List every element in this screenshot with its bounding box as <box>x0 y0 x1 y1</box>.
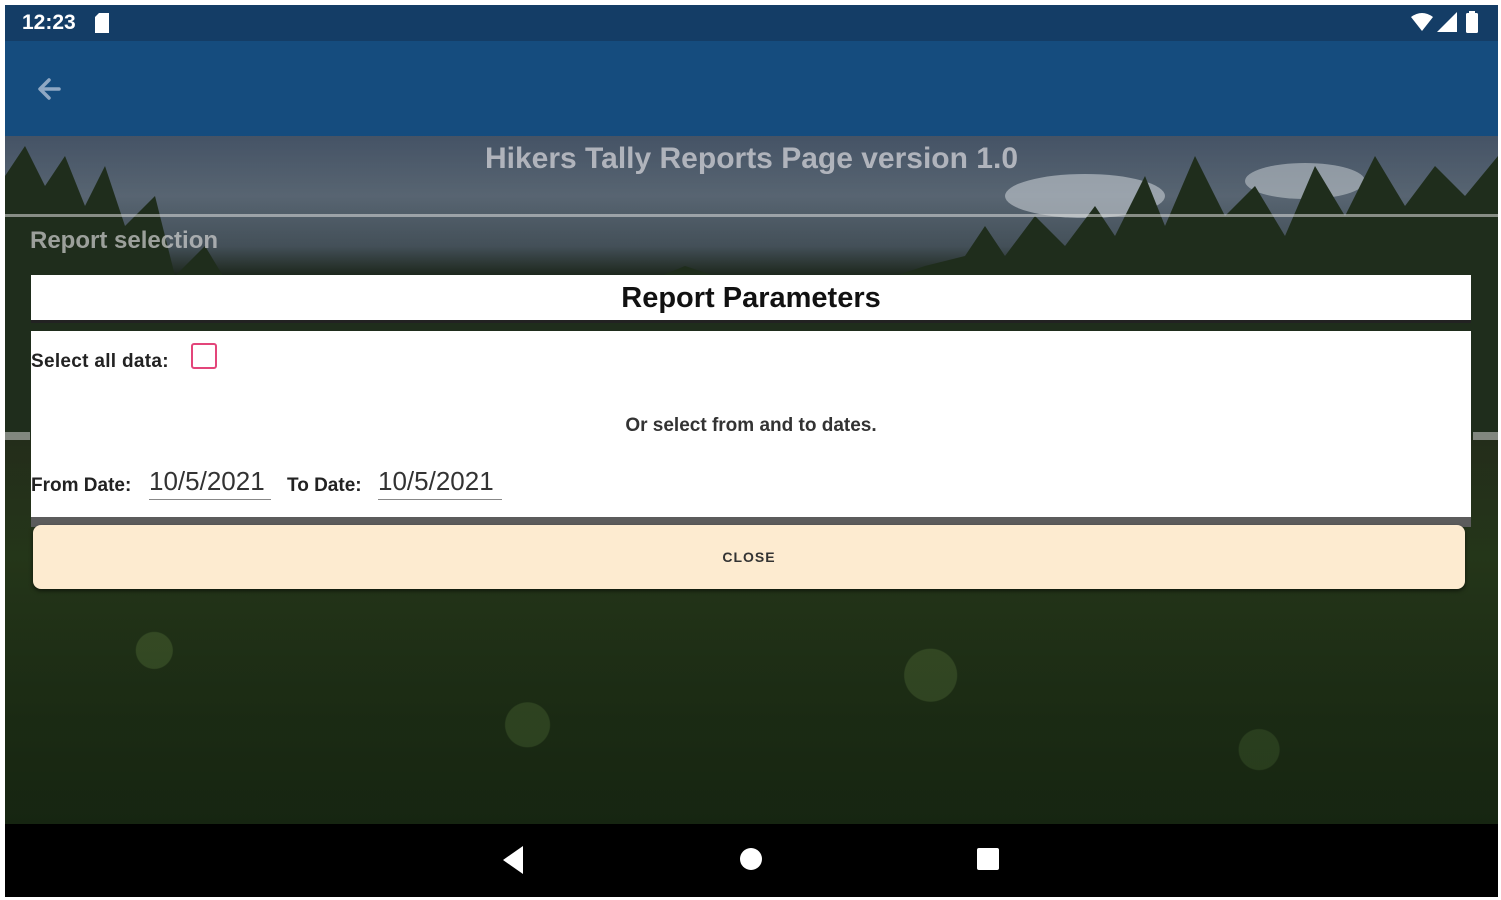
recents-square-icon[interactable] <box>976 847 1000 871</box>
section-label: Report selection <box>30 227 219 254</box>
status-time: 12:23 <box>22 11 76 34</box>
right-divider-line <box>1473 432 1498 440</box>
device-screen: 12:23 Hikers Tally Reports Page version … <box>5 5 1498 897</box>
date-instruction-text: Or select from and to dates. <box>625 415 877 436</box>
dialog-body: Select all data: Or select from and to d… <box>31 331 1471 517</box>
from-date-label: From Date: <box>31 475 132 496</box>
dialog-header: Report Parameters <box>31 275 1471 323</box>
home-circle-icon[interactable] <box>738 846 764 872</box>
page-title: Hikers Tally Reports Page version 1.0 <box>484 142 1018 175</box>
sd-card-icon <box>95 13 109 33</box>
select-all-checkbox[interactable] <box>191 343 217 369</box>
wifi-icon <box>1411 13 1433 31</box>
back-triangle-icon[interactable] <box>501 844 525 876</box>
back-button[interactable] <box>29 69 69 109</box>
arrow-left-icon <box>38 78 61 100</box>
title-divider <box>5 214 1498 217</box>
to-date-label: To Date: <box>287 475 362 496</box>
meadow-background-texture <box>5 576 1498 824</box>
signal-icon <box>1437 12 1457 32</box>
app-bar <box>5 41 1498 136</box>
close-button[interactable]: CLOSE <box>33 525 1465 589</box>
to-date-field[interactable]: 10/5/2021 <box>378 463 502 500</box>
status-bar: 12:23 <box>5 5 1498 41</box>
select-all-label: Select all data: <box>31 351 169 372</box>
dialog-title: Report Parameters <box>621 282 881 314</box>
battery-icon <box>1466 11 1478 33</box>
from-date-field[interactable]: 10/5/2021 <box>149 463 271 500</box>
navigation-bar <box>5 824 1498 897</box>
left-divider-line <box>5 432 30 440</box>
